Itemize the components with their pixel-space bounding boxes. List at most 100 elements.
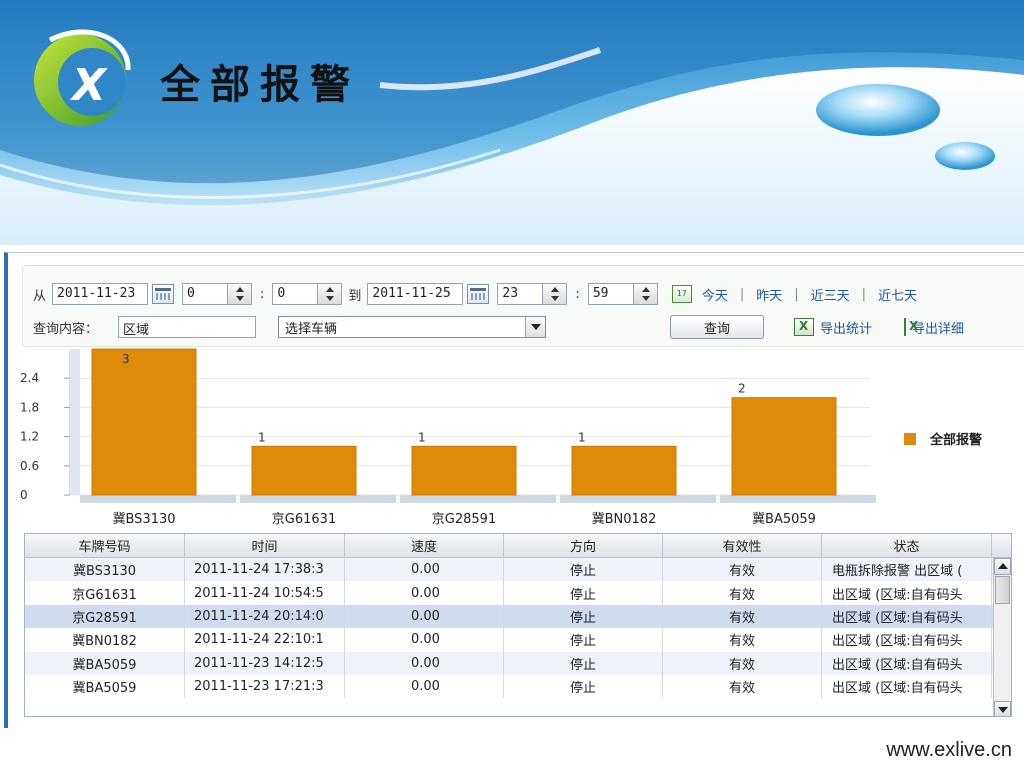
table-cell: 冀BA5059 bbox=[25, 651, 185, 675]
table-cell: 0.00 bbox=[345, 581, 504, 605]
quick-link-7days[interactable]: 近七天 bbox=[878, 285, 917, 304]
to-hour-input[interactable]: 23 bbox=[497, 283, 544, 305]
table-row[interactable]: 京G28591 2011-11-24 20:14:0 0.00 停止 有效 出区域 (区域… bbox=[25, 604, 1011, 629]
category-base bbox=[400, 495, 556, 503]
table-cell: 0.00 bbox=[345, 604, 504, 629]
quick-link-today[interactable]: 今天 bbox=[702, 285, 728, 304]
y-tick-label: 1.8 bbox=[20, 400, 39, 414]
page-title: 全部报警 bbox=[160, 62, 360, 108]
y-tick-label: 0.6 bbox=[20, 459, 39, 473]
table-row[interactable]: 冀BN0182 2011-11-24 22:10:1 0.00 停止 有效 出区域 (区域… bbox=[25, 628, 1011, 652]
table-cell: 0.00 bbox=[345, 651, 504, 675]
content-label: 查询内容： bbox=[33, 321, 99, 337]
table-cell: 停止 bbox=[504, 674, 663, 699]
vehicle-select-value: 选择车辆 bbox=[285, 321, 338, 337]
table-cell: 0.00 bbox=[345, 558, 504, 582]
from-date-input[interactable]: 2011-11-23 bbox=[52, 283, 149, 305]
bar bbox=[571, 445, 677, 496]
quick-link-yesterday[interactable]: 昨天 bbox=[756, 285, 782, 304]
table-row[interactable]: 京G61631 2011-11-24 10:54:5 0.00 停止 有效 出区域 (区域… bbox=[25, 581, 1011, 605]
export-detail-button[interactable]: 导出详细 bbox=[904, 318, 964, 337]
table-cell: 停止 bbox=[504, 604, 663, 629]
table-cell: 京G61631 bbox=[25, 581, 185, 605]
table-cell: 有效 bbox=[663, 604, 822, 629]
y-tick-label: 2.4 bbox=[20, 371, 39, 385]
table-row[interactable]: 冀BA5059 2011-11-23 17:21:3 0.00 停止 有效 出区域 (区域… bbox=[25, 674, 1011, 699]
main-panel: 从 2011-11-23 0 : 0 到 2011-11-25 23 : 59 … bbox=[4, 252, 1024, 728]
from-label: 从 bbox=[33, 288, 47, 304]
export-stats-label: 导出统计 bbox=[820, 321, 873, 337]
to-date-input[interactable]: 2011-11-25 bbox=[367, 283, 464, 305]
table-cell: 停止 bbox=[504, 628, 663, 652]
column-header[interactable]: 时间 bbox=[185, 534, 345, 557]
category-base bbox=[720, 495, 876, 503]
table-cell: 2011-11-24 20:14:0 bbox=[185, 604, 345, 629]
bar bbox=[91, 348, 197, 496]
legend-swatch bbox=[904, 433, 916, 445]
from-minute-input[interactable]: 0 bbox=[272, 283, 319, 305]
table-cell: 2011-11-24 10:54:5 bbox=[185, 581, 345, 605]
y-tick-label: 0 bbox=[20, 488, 28, 502]
excel-icon bbox=[794, 318, 815, 336]
content-input[interactable]: 区域 bbox=[118, 316, 257, 338]
category-base bbox=[240, 495, 396, 503]
table-cell: 冀BA5059 bbox=[25, 674, 185, 699]
category-base bbox=[560, 495, 716, 503]
table-cell: 停止 bbox=[504, 558, 663, 582]
calendar-icon[interactable] bbox=[152, 284, 175, 304]
from-minute-stepper[interactable] bbox=[318, 283, 343, 305]
axis-strip bbox=[70, 349, 80, 495]
scroll-down-icon[interactable] bbox=[994, 701, 1011, 716]
table-scrollbar[interactable] bbox=[993, 558, 1011, 716]
scroll-up-icon[interactable] bbox=[994, 558, 1011, 575]
table-cell: 电瓶拆除报警 出区域 ( bbox=[822, 558, 992, 582]
table-cell: 冀BN0182 bbox=[25, 628, 185, 652]
x-tick-label: 京G28591 bbox=[432, 512, 496, 527]
table-row[interactable]: 冀BA5059 2011-11-23 14:12:5 0.00 停止 有效 出区域 (区域… bbox=[25, 651, 1011, 675]
calendar-today-icon[interactable]: 17 bbox=[671, 285, 692, 303]
svg-text:X: X bbox=[69, 60, 108, 111]
x-tick-label: 京G61631 bbox=[272, 512, 336, 527]
x-tick-label: 冀BS3130 bbox=[112, 511, 175, 527]
table-cell: 出区域 (区域:自有码头 bbox=[822, 628, 992, 652]
table-cell: 有效 bbox=[663, 628, 822, 652]
table-cell: 出区域 (区域:自有码头 bbox=[822, 581, 992, 605]
query-form: 从 2011-11-23 0 : 0 到 2011-11-25 23 : 59 … bbox=[22, 265, 1024, 347]
to-hour-stepper[interactable] bbox=[543, 283, 568, 305]
legend-label: 全部报警 bbox=[929, 432, 982, 448]
column-header[interactable]: 速度 bbox=[345, 534, 504, 557]
table-cell: 停止 bbox=[504, 581, 663, 605]
table-cell: 有效 bbox=[663, 558, 822, 582]
alarm-table: 车牌号码 时间 速度 方向 有效性 状态 冀BS3130 2011-11-24 17:38:… bbox=[24, 533, 1012, 717]
table-cell: 2011-11-23 14:12:5 bbox=[185, 651, 345, 675]
table-cell: 出区域 (区域:自有码头 bbox=[822, 674, 992, 699]
export-stats-button[interactable]: 导出统计 bbox=[794, 318, 872, 337]
quick-link-3days[interactable]: 近三天 bbox=[811, 285, 850, 304]
category-base bbox=[80, 495, 236, 503]
table-row[interactable]: 冀BS3130 2011-11-24 17:38:3 0.00 停止 有效 电瓶拆除报警 … bbox=[25, 558, 1011, 582]
water-wave-background: X bbox=[0, 0, 1024, 245]
scroll-thumb[interactable] bbox=[995, 576, 1010, 604]
to-minute-stepper[interactable] bbox=[633, 283, 658, 305]
chevron-down-icon[interactable] bbox=[525, 317, 546, 337]
filter-row: 查询内容： 区域 选择车辆 查询 导出统计 导出详细 bbox=[33, 315, 964, 339]
column-header[interactable]: 状态 bbox=[822, 534, 992, 557]
vehicle-select[interactable]: 选择车辆 bbox=[278, 316, 547, 338]
calendar-icon[interactable] bbox=[467, 284, 490, 304]
to-minute-input[interactable]: 59 bbox=[587, 283, 634, 305]
search-button[interactable]: 查询 bbox=[670, 315, 765, 339]
table-header: 车牌号码 时间 速度 方向 有效性 状态 bbox=[25, 534, 1011, 558]
column-header[interactable]: 车牌号码 bbox=[25, 534, 185, 557]
column-header[interactable]: 有效性 bbox=[663, 534, 822, 557]
data-label: 1 bbox=[578, 430, 586, 444]
from-hour-input[interactable]: 0 bbox=[182, 283, 229, 305]
date-range-row: 从 2011-11-23 0 : 0 到 2011-11-25 23 : 59 … bbox=[33, 282, 917, 306]
from-hour-stepper[interactable] bbox=[228, 283, 253, 305]
y-tick-label: 1.2 bbox=[20, 430, 39, 444]
table-cell: 有效 bbox=[663, 651, 822, 675]
data-label: 1 bbox=[258, 430, 266, 444]
column-header[interactable]: 方向 bbox=[504, 534, 663, 557]
export-detail-label: 导出详细 bbox=[912, 321, 965, 337]
to-label: 到 bbox=[348, 288, 362, 304]
table-cell: 2011-11-24 17:38:3 bbox=[185, 558, 345, 582]
